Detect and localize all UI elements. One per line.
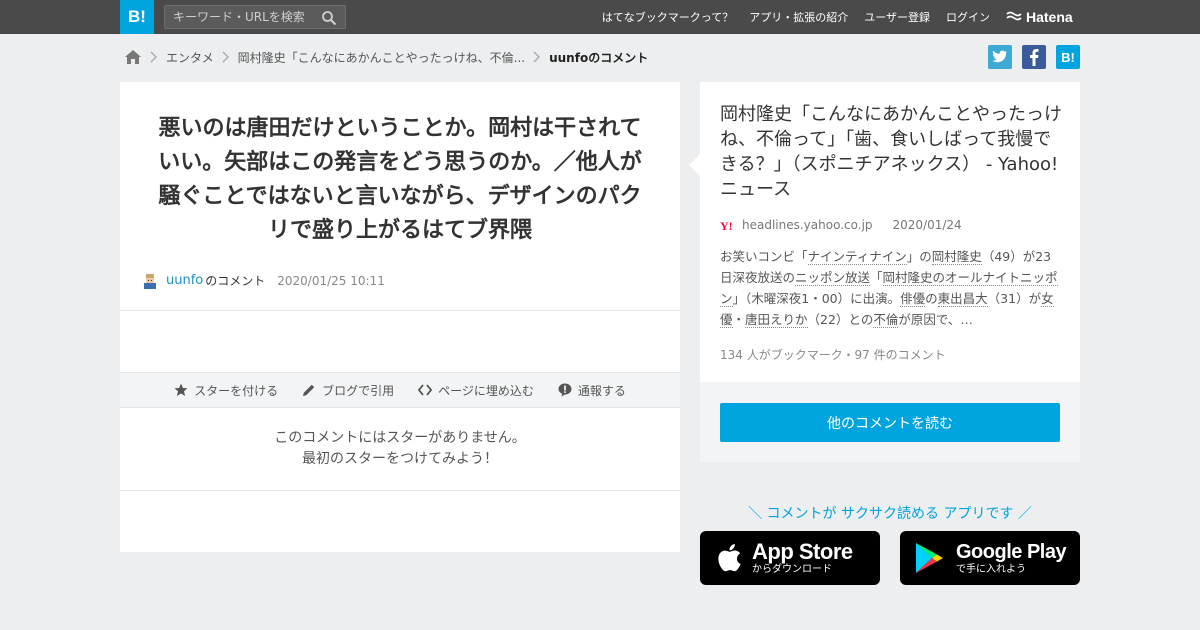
comment-text: 悪いのは唐田だけということか。岡村は干されていい。矢部はこの発言をどう思うのか。… — [158, 116, 642, 243]
description-text: （22）との — [807, 312, 874, 327]
embed-button[interactable]: ページに埋め込む — [418, 382, 534, 399]
hatebu-share-button[interactable]: B! — [1056, 45, 1080, 69]
google-play-name: Google Play — [956, 541, 1067, 563]
first-star-line: 最初のスターをつけてみよう！ — [302, 451, 498, 467]
description-text: 」の — [906, 249, 932, 264]
description-text: 」（木曜深夜1・00）に出演。 — [732, 291, 901, 306]
svg-text:Y!: Y! — [720, 219, 733, 231]
comment-meta: uunfo のコメント 2020/01/25 10:11 — [142, 272, 385, 289]
facebook-share-button[interactable] — [1022, 45, 1046, 69]
app-store-button[interactable]: App Store からダウンロード — [700, 531, 880, 585]
entry-card: 岡村隆史「こんなにあかんことやったっけね、不倫って」「歯、食いしばって我慢できる… — [689, 82, 1080, 462]
google-play-sub: で手に入れよう — [956, 564, 1026, 575]
report-label: 通報する — [577, 383, 626, 398]
breadcrumb: エンタメ 岡村隆史「こんなにあかんことやったっけね、不倫... uunfoのコメ… — [124, 46, 648, 68]
top-nav: はてなブックマークって？ アプリ・拡張の紹介 ユーザー登録 ログイン — [602, 0, 990, 34]
hatena-wave-icon — [1006, 11, 1022, 21]
yahoo-favicon-icon: Y! — [720, 219, 733, 231]
star-icon — [174, 383, 188, 396]
entry-domain[interactable]: headlines.yahoo.co.jp — [742, 218, 873, 232]
embed-label: ページに埋め込む — [438, 383, 534, 398]
hatena-bookmark-logo[interactable]: B! — [120, 0, 154, 34]
alert-icon — [558, 383, 572, 397]
breadcrumb-category[interactable]: エンタメ — [166, 49, 214, 66]
divider — [120, 490, 680, 491]
description-text: ・ — [732, 312, 746, 327]
report-button[interactable]: 通報する — [558, 382, 626, 399]
description-text: 「 — [870, 270, 883, 285]
pencil-icon — [303, 384, 315, 396]
keyword-link[interactable]: 岡村隆史 — [931, 249, 982, 265]
avatar[interactable] — [142, 272, 158, 289]
entry-date: 2020/01/24 — [892, 218, 962, 232]
blog-quote-label: ブログで引用 — [322, 383, 395, 398]
facebook-f-icon — [1030, 49, 1039, 66]
app-store-name: App Store — [752, 539, 853, 564]
blog-quote-button[interactable]: ブログで引用 — [302, 382, 394, 399]
entry-title[interactable]: 岡村隆史「こんなにあかんことやったっけね、不倫って」「歯、食いしばって我慢できる… — [720, 102, 1062, 202]
keyword-link[interactable]: ニッポン放送 — [795, 270, 871, 286]
search-box — [164, 5, 346, 29]
comment-suffix: のコメント — [205, 274, 266, 288]
keyword-link[interactable]: 東出昌大 — [937, 291, 988, 307]
app-promo-text: ＼ コメントが サクサク読める アプリです ／ — [748, 506, 1032, 522]
comment-actions: スターを付ける ブログで引用 ページに埋め込む 通報する — [120, 372, 680, 408]
keyword-link[interactable]: 唐田えりか — [745, 312, 808, 328]
nav-about-link[interactable]: はてなブックマークって？ — [602, 9, 733, 25]
no-star-line: このコメントにはスターがありません。 — [274, 430, 526, 446]
breadcrumb-entry[interactable]: 岡村隆史「こんなにあかんことやったっけね、不倫... — [238, 49, 525, 66]
chevron-right-icon — [150, 51, 157, 63]
comment-date[interactable]: 2020/01/25 10:11 — [277, 274, 385, 288]
code-icon — [418, 384, 433, 396]
user-link[interactable]: uunfo — [166, 273, 203, 288]
home-icon[interactable] — [124, 49, 142, 65]
entry-source: Y! headlines.yahoo.co.jp 2020/01/24 — [720, 218, 962, 232]
entry-stats[interactable]: 134 人がブックマーク・97 件のコメント — [720, 346, 946, 363]
google-play-button[interactable]: Google Play で手に入れよう — [900, 531, 1080, 585]
keyword-link[interactable]: ナインティナイン — [807, 249, 907, 265]
read-other-comments-button[interactable]: 他のコメントを読む — [720, 403, 1060, 442]
chevron-right-icon — [222, 51, 229, 63]
description-text: お笑いコンビ「 — [720, 249, 808, 264]
keyword-link[interactable]: 不倫 — [873, 312, 899, 328]
google-play-icon — [916, 543, 943, 573]
top-bar: B! はてなブックマークって？ アプリ・拡張の紹介 ユーザー登録 ログイン Ha… — [0, 0, 1200, 34]
no-star-message: このコメントにはスターがありません。 最初のスターをつけてみよう！ — [120, 428, 680, 470]
add-star-button[interactable]: スターを付ける — [174, 382, 278, 399]
divider — [120, 310, 680, 311]
hatena-brand-link[interactable]: Hatena — [1006, 8, 1073, 26]
add-star-label: スターを付ける — [194, 383, 279, 398]
twitter-share-button[interactable] — [988, 45, 1012, 69]
keyword-link[interactable]: 俳優 — [900, 291, 926, 307]
description-text: （31）が — [987, 291, 1042, 306]
chevron-right-icon — [533, 51, 541, 63]
app-store-sub: からダウンロード — [752, 564, 832, 575]
hatena-brand-label: Hatena — [1026, 9, 1073, 25]
entry-card-footer: 他のコメントを読む — [700, 382, 1080, 462]
breadcrumb-current: uunfoのコメント — [549, 50, 649, 65]
card-pointer — [689, 154, 700, 176]
entry-description: お笑いコンビ「ナインティナイン」の岡村隆史（49）が23日深夜放送のニッポン放送… — [720, 246, 1062, 330]
search-input[interactable] — [173, 9, 319, 25]
nav-register-link[interactable]: ユーザー登録 — [864, 9, 930, 25]
comment-card: 悪いのは唐田だけということか。岡村は干されていい。矢部はこの発言をどう思うのか。… — [120, 82, 680, 552]
description-text: の — [925, 291, 938, 306]
apple-icon — [718, 544, 741, 572]
search-icon[interactable] — [321, 10, 337, 26]
description-text: が原因で、… — [898, 312, 973, 327]
twitter-bird-icon — [992, 50, 1007, 63]
nav-login-link[interactable]: ログイン — [946, 9, 990, 25]
nav-apps-link[interactable]: アプリ・拡張の紹介 — [749, 9, 848, 25]
